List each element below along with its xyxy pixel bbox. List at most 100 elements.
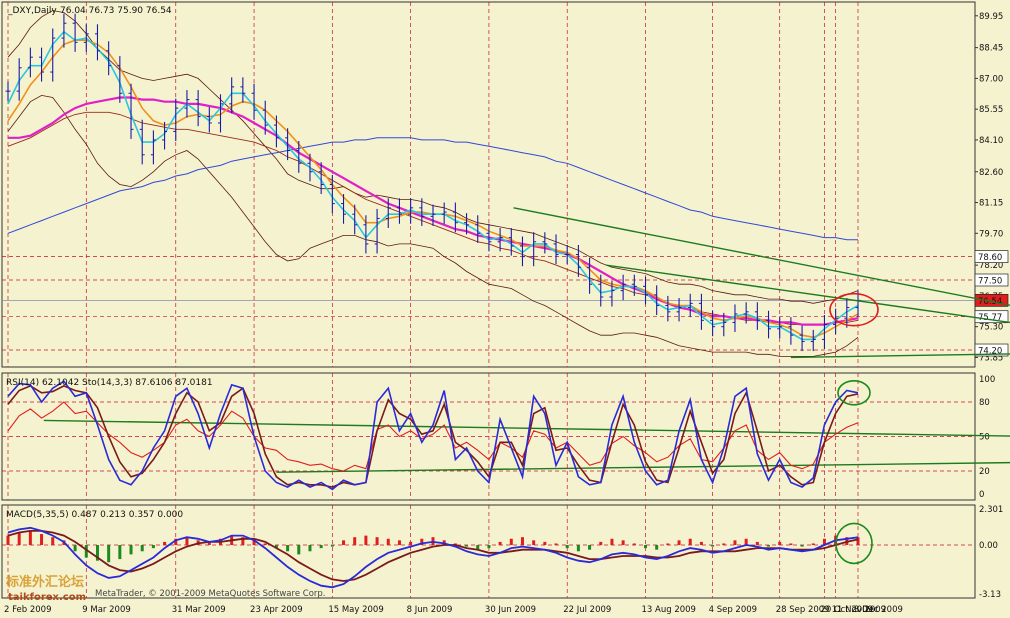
price-y-tick-label: 87.00 (979, 74, 1003, 84)
macd-histogram-bar (621, 540, 625, 546)
macd-histogram-bar (487, 545, 491, 549)
x-tick-label: 3 Dec 2009 (854, 605, 903, 615)
macd-histogram-bar (576, 545, 580, 552)
macd-histogram-bar (655, 545, 659, 550)
macd-histogram-bar (40, 534, 44, 546)
macd-histogram-bar (286, 545, 290, 552)
chart-svg: 2 Feb 2009 9 Mar 2009 31 Mar 2009 23 Apr 20… (1, 1, 1010, 615)
watermark-site: taikforex.com (8, 592, 86, 603)
macd-histogram-bar (565, 545, 569, 549)
macd-histogram-bar (375, 537, 379, 546)
price-ohlc: 76.04 76.73 75.90 76.54 (60, 6, 172, 16)
price-trendline (606, 264, 1010, 324)
macd-histogram-bar (6, 535, 10, 546)
macd-histogram-bar (107, 545, 111, 563)
macd-histogram-bar (767, 545, 771, 547)
macd-histogram-bar (308, 545, 312, 552)
copyright-text: MetaTrader, © 2001-2009 MetaQuotes Softw… (95, 589, 325, 599)
price-title: _DXY,Daily (7, 6, 57, 16)
macd-main-line (7, 526, 859, 589)
osc-trendline (43, 419, 1010, 437)
osc-title: RSI(14) 62.1042 Sto(14,3,3) 87.6106 87.0… (6, 378, 213, 388)
x-tick-label: 22 Jul 2009 (563, 605, 611, 615)
osc-y-tick-label: 50 (979, 433, 990, 443)
osc-y-tick-label: 80 (979, 398, 990, 408)
x-tick-label: 15 May 2009 (328, 605, 383, 615)
macd-histogram-bar (632, 543, 636, 546)
price-y-tick-label: 89.95 (979, 12, 1003, 22)
price-y-tick-label: 75.30 (979, 323, 1003, 333)
macd-histogram-bar (28, 530, 32, 546)
macd-histogram-bar (353, 537, 357, 546)
x-tick-label: 23 Apr 2009 (250, 605, 303, 615)
macd-histogram-bar (319, 545, 323, 549)
macd-histogram-bar (778, 541, 782, 546)
macd-histogram-bar (722, 543, 726, 546)
chart-root: 2 Feb 2009 9 Mar 2009 31 Mar 2009 23 Apr 20… (0, 0, 1010, 618)
macd-histogram-bar (163, 541, 167, 546)
macd-histogram-bar (498, 541, 502, 546)
macd-histogram-bar (520, 537, 524, 546)
macd-histogram-bar (17, 532, 21, 546)
macd-histogram-bar (409, 541, 413, 546)
ma-orange-line (7, 39, 859, 339)
macd-histogram-bar (509, 538, 513, 546)
macd-histogram-bar (811, 543, 815, 546)
x-tick-label: 2 Feb 2009 (4, 605, 52, 615)
osc-y-tick-label: 100 (979, 375, 995, 385)
osc-y-tick-label: 20 (979, 467, 990, 477)
macd-histogram-bar (699, 541, 703, 546)
osc-y-tick-label: 0 (979, 490, 984, 500)
macd-histogram-bar (129, 545, 133, 555)
price-y-tick-label: 84.10 (979, 136, 1003, 146)
watermark-cn: 标准外汇论坛 (5, 574, 84, 590)
macd-histogram-bar (151, 545, 155, 549)
price-y-tick-label: 79.70 (979, 229, 1003, 239)
macd-histogram-bar (465, 545, 469, 547)
macd-histogram-bar (397, 540, 401, 546)
bollinger-upper-line (7, 10, 859, 304)
macd-histogram-bar (532, 540, 536, 546)
macd-histogram-bar (755, 541, 759, 546)
macd-histogram-bar (554, 543, 558, 546)
macd-y-tick-label: 2.301 (979, 505, 1003, 515)
macd-histogram-bar (386, 538, 390, 546)
macd-histogram-bar (297, 545, 301, 555)
price-y-tick-label: 81.15 (979, 199, 1003, 209)
macd-histogram-bar (73, 545, 77, 552)
macd-histogram-bar (51, 537, 55, 546)
macd-histogram-bar (856, 537, 860, 546)
x-tick-label: 31 Mar 2009 (172, 605, 226, 615)
macd-histogram-bar (140, 545, 144, 552)
ma-cyan-line (7, 30, 859, 341)
macd-histogram-bar (543, 541, 547, 546)
macd-histogram-bar (118, 545, 122, 560)
macd-histogram-bar (610, 538, 614, 546)
macd-histogram-bar (666, 543, 670, 546)
macd-histogram-bar (800, 545, 804, 547)
price-label-text: 77.50 (978, 276, 1002, 286)
macd-histogram-bar (677, 540, 681, 546)
macd-histogram-bar (789, 543, 793, 546)
price-label-text: 78.60 (978, 253, 1002, 263)
macd-y-tick-label: 0.00 (979, 541, 998, 551)
macd-histogram-bar (733, 540, 737, 546)
macd-histogram-bar (330, 545, 334, 547)
macd-histogram-bar (342, 540, 346, 546)
macd-histogram-bar (599, 541, 603, 546)
macd-histogram-bar (688, 538, 692, 546)
macd-histogram-bar (744, 538, 748, 546)
macd-histogram-bar (711, 545, 715, 547)
macd-histogram-bar (644, 545, 647, 549)
macd-histogram-bar (364, 535, 368, 546)
x-tick-label: 8 Jun 2009 (407, 605, 453, 615)
price-y-tick-label: 88.45 (979, 44, 1003, 54)
price-y-tick-label: 85.55 (979, 105, 1003, 115)
x-tick-label: 9 Mar 2009 (82, 605, 130, 615)
macd-title: MACD(5,35,5) 0.487 0.213 0.357 0.000 (6, 510, 183, 520)
macd-y-tick-label: -3.13 (979, 590, 1001, 600)
price-y-tick-label: 82.60 (979, 168, 1003, 178)
x-tick-label: 4 Sep 2009 (709, 605, 757, 615)
highlight-circle-osc (837, 379, 871, 406)
macd-histogram-bar (263, 543, 267, 546)
